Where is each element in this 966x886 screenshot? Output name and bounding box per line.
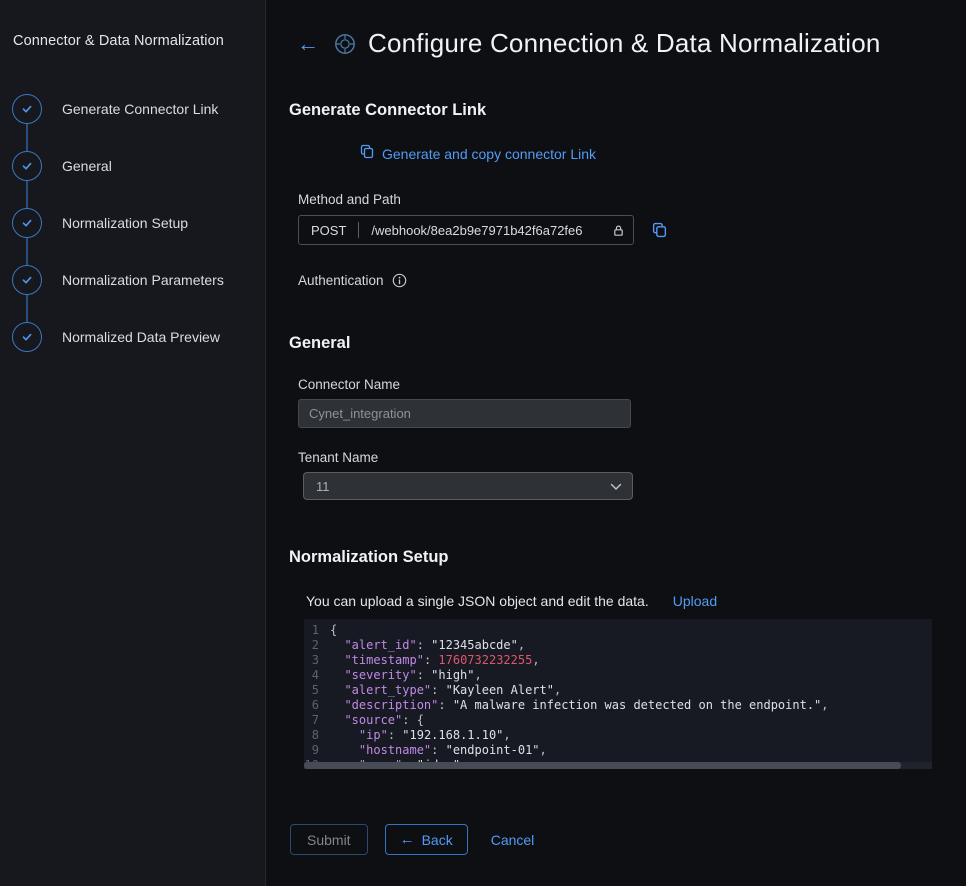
step-completed-check-icon (12, 208, 42, 238)
code-line: 3 "timestamp": 1760732232255, (304, 653, 932, 668)
divider (358, 222, 359, 238)
tenant-name-value: 11 (316, 479, 330, 494)
method-path-row: POST /webhook/8ea2b9e7971b42f6a72fe6 (298, 215, 966, 245)
main-content: ← Configure Connection & Data Normalizat… (266, 0, 966, 886)
cancel-button[interactable]: Cancel (485, 824, 541, 855)
copy-path-button[interactable] (652, 222, 667, 238)
generate-copy-link-label: Generate and copy connector Link (382, 146, 596, 162)
chevron-down-icon (610, 479, 622, 494)
json-editor[interactable]: 1{2 "alert_id": "12345abcde",3 "timestam… (304, 619, 932, 769)
method-value: POST (311, 223, 346, 238)
step-general[interactable]: General (0, 151, 265, 208)
step-label: Normalization Setup (62, 208, 188, 238)
general-section: General Connector Name Tenant Name 11 (289, 334, 966, 500)
step-normalization-setup[interactable]: Normalization Setup (0, 208, 265, 265)
connector-name-label: Connector Name (298, 377, 966, 392)
normalization-section-heading: Normalization Setup (289, 548, 966, 567)
upload-row: You can upload a single JSON object and … (306, 593, 966, 609)
step-completed-check-icon (12, 151, 42, 181)
stepper: Generate Connector Link General Normaliz… (0, 94, 265, 379)
step-completed-check-icon (12, 265, 42, 295)
back-button-label: Back (422, 832, 453, 848)
back-arrow-icon: ← (400, 832, 415, 847)
step-completed-check-icon (12, 322, 42, 352)
step-generate-connector-link[interactable]: Generate Connector Link (0, 94, 265, 151)
generate-connector-section: Generate Connector Link Generate and cop… (289, 101, 966, 288)
code-line: 9 "hostname": "endpoint-01", (304, 743, 932, 758)
code-line: 8 "ip": "192.168.1.10", (304, 728, 932, 743)
code-line: 2 "alert_id": "12345abcde", (304, 638, 932, 653)
step-normalized-data-preview[interactable]: Normalized Data Preview (0, 322, 265, 379)
general-section-heading: General (289, 334, 966, 353)
connector-name-input[interactable] (298, 399, 631, 428)
method-path-input[interactable]: POST /webhook/8ea2b9e7971b42f6a72fe6 (298, 215, 634, 245)
app-window: Connector & Data Normalization Generate … (0, 0, 966, 886)
tenant-name-select[interactable]: 11 (303, 472, 633, 500)
path-value: /webhook/8ea2b9e7971b42f6a72fe6 (371, 223, 610, 238)
connector-logo-icon (334, 33, 356, 55)
footer-actions: Submit ← Back Cancel (289, 824, 966, 855)
code-line: 4 "severity": "high", (304, 668, 932, 683)
generate-copy-link[interactable]: Generate and copy connector Link (360, 144, 966, 164)
authentication-label: Authentication (298, 273, 384, 288)
page-title: Configure Connection & Data Normalizatio… (368, 28, 881, 59)
normalization-setup-section: Normalization Setup You can upload a sin… (289, 548, 966, 769)
tenant-name-label: Tenant Name (298, 450, 966, 465)
step-completed-check-icon (12, 94, 42, 124)
step-label: General (62, 151, 112, 181)
sidebar: Connector & Data Normalization Generate … (0, 0, 266, 886)
page-header: ← Configure Connection & Data Normalizat… (297, 28, 966, 59)
method-path-label: Method and Path (298, 192, 966, 207)
step-label: Normalization Parameters (62, 265, 224, 295)
step-label: Generate Connector Link (62, 94, 218, 124)
code-line: 7 "source": { (304, 713, 932, 728)
lock-icon (612, 224, 625, 237)
submit-button[interactable]: Submit (290, 824, 368, 855)
step-normalization-parameters[interactable]: Normalization Parameters (0, 265, 265, 322)
info-icon[interactable] (392, 273, 407, 288)
upload-hint-text: You can upload a single JSON object and … (306, 593, 649, 609)
code-line: 5 "alert_type": "Kayleen Alert", (304, 683, 932, 698)
horizontal-scrollbar[interactable] (304, 762, 932, 769)
back-arrow-icon[interactable]: ← (297, 33, 319, 55)
step-label: Normalized Data Preview (62, 322, 220, 352)
code-lines: 1{2 "alert_id": "12345abcde",3 "timestam… (304, 623, 932, 769)
generate-section-heading: Generate Connector Link (289, 101, 966, 120)
upload-link[interactable]: Upload (673, 593, 717, 609)
code-line: 1{ (304, 623, 932, 638)
scrollbar-thumb[interactable] (304, 762, 901, 769)
sidebar-title: Connector & Data Normalization (0, 0, 265, 49)
code-line: 6 "description": "A malware infection wa… (304, 698, 932, 713)
copy-icon (360, 144, 374, 164)
authentication-row: Authentication (298, 273, 966, 288)
back-button[interactable]: ← Back (385, 824, 468, 855)
